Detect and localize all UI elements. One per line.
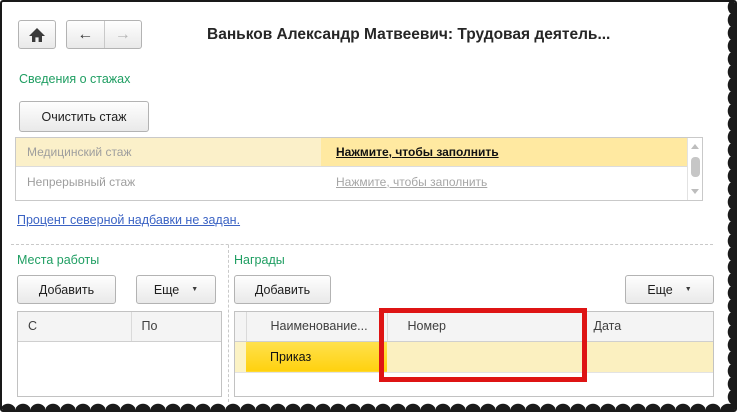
awards-column-name[interactable]: Наименование...: [246, 312, 388, 342]
stazh-row-value[interactable]: Нажмите, чтобы заполнить: [321, 138, 702, 166]
places-toolbar: Добавить Еще ▼: [17, 275, 222, 304]
home-button[interactable]: [18, 20, 56, 49]
awards-more-button[interactable]: Еще ▼: [625, 275, 714, 304]
back-button[interactable]: ←: [67, 21, 105, 48]
torn-edge-bottom: [2, 398, 735, 410]
page-title: Ваньков Александр Матвеевич: Трудовая де…: [207, 26, 611, 43]
award-name-cell[interactable]: Приказ: [246, 341, 387, 373]
places-more-button[interactable]: Еще ▼: [136, 275, 216, 304]
fill-link[interactable]: Нажмите, чтобы заполнить: [336, 145, 499, 159]
places-add-button[interactable]: Добавить: [17, 275, 116, 304]
places-column-from[interactable]: С: [18, 312, 132, 342]
forward-button[interactable]: →: [105, 21, 142, 48]
stazh-row-continuous[interactable]: Непрерывный стаж Нажмите, чтобы заполнит…: [16, 167, 702, 196]
vertical-scrollbar[interactable]: [687, 138, 702, 200]
more-label: Еще: [647, 282, 673, 297]
vertical-divider: [228, 245, 229, 402]
row-selector-cell[interactable]: [235, 341, 246, 373]
back-icon: ←: [77, 25, 94, 43]
stazh-table: Медицинский стаж Нажмите, чтобы заполнит…: [15, 137, 703, 201]
horizontal-divider: [11, 244, 713, 245]
more-label: Еще: [153, 282, 180, 297]
panel-places: Места работы Добавить Еще ▼ С По: [17, 253, 222, 397]
highlight-box: [379, 308, 587, 382]
app-window: ← → Ваньков Александр Матвеевич: Трудова…: [0, 0, 737, 412]
stazh-row-label: Медицинский стаж: [16, 138, 321, 166]
awards-toolbar: Добавить Еще ▼: [234, 275, 714, 304]
fill-link[interactable]: Нажмите, чтобы заполнить: [336, 175, 487, 189]
toolbar: ← →: [18, 20, 142, 49]
stazh-row-medical[interactable]: Медицинский стаж Нажмите, чтобы заполнит…: [16, 138, 702, 167]
chevron-down-icon: ▼: [191, 286, 199, 293]
section-label-places: Места работы: [17, 253, 100, 267]
places-column-to[interactable]: По: [131, 312, 221, 342]
torn-edge-right: [721, 2, 735, 410]
history-nav: ← →: [66, 20, 142, 49]
chevron-down-icon: ▼: [684, 286, 692, 293]
awards-add-button[interactable]: Добавить: [234, 275, 331, 304]
scroll-down-icon[interactable]: [691, 189, 699, 194]
stazh-row-value[interactable]: Нажмите, чтобы заполнить: [321, 167, 702, 196]
home-icon: [29, 27, 45, 42]
award-date-cell[interactable]: [583, 341, 713, 373]
north-bonus-link[interactable]: Процент северной надбавки не задан.: [17, 213, 240, 227]
section-label-awards: Награды: [234, 253, 285, 267]
awards-column-date[interactable]: Дата: [583, 312, 713, 342]
forward-icon: →: [114, 25, 131, 43]
section-label-stazh: Сведения о стажах: [19, 72, 131, 86]
scrollbar-thumb[interactable]: [690, 157, 700, 177]
awards-column-selector: [235, 312, 247, 342]
scroll-up-icon[interactable]: [691, 144, 699, 149]
stazh-row-label: Непрерывный стаж: [27, 174, 136, 189]
clear-stazh-button[interactable]: Очистить стаж: [19, 101, 149, 132]
places-table: С По: [17, 311, 222, 397]
